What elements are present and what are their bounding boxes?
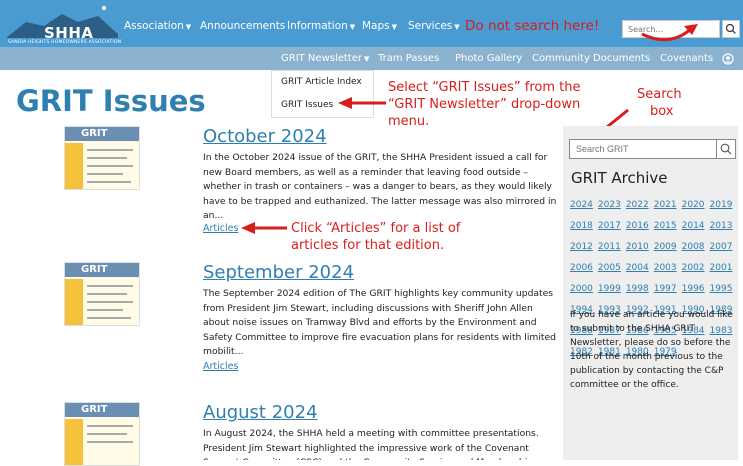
archive-year-link[interactable]: 2020 <box>682 200 705 210</box>
archive-year-link[interactable]: 2017 <box>598 221 621 231</box>
annotation-arrow-icon <box>241 222 287 234</box>
grit-search-input[interactable] <box>569 139 717 159</box>
archive-year-link[interactable]: 2015 <box>654 221 677 231</box>
logo-subtitle: SANDIA HEIGHTS HOMEOWNERS ASSOCIATION <box>8 40 122 45</box>
caret-down-icon: ▼ <box>185 23 192 31</box>
archive-year-link[interactable]: 2022 <box>626 200 649 210</box>
annotation-select-issues-line1: Select “GRIT Issues” from the <box>388 80 581 95</box>
page-title: GRIT Issues <box>16 84 206 118</box>
archive-year-link[interactable]: 2023 <box>598 200 621 210</box>
archive-year-link[interactable]: 2009 <box>654 242 677 252</box>
archive-year-link[interactable]: 1997 <box>654 284 677 294</box>
shha-logo[interactable]: SHHA SANDIA HEIGHTS HOMEOWNERS ASSOCIATI… <box>6 4 122 50</box>
archive-year-link[interactable]: 2011 <box>598 242 621 252</box>
search-icon <box>720 143 732 155</box>
annotation-click-articles-line2: articles for that edition. <box>291 238 445 253</box>
article-summary: In August 2024, the SHHA held a meeting … <box>203 428 539 460</box>
caret-down-icon: ▼ <box>364 55 370 63</box>
articles-link[interactable]: Articles <box>203 361 238 372</box>
archive-year-link[interactable]: 2016 <box>626 221 649 231</box>
nav-information[interactable]: Information ▼ <box>287 20 355 32</box>
nav-covenants[interactable]: Covenants <box>660 53 713 64</box>
archive-year-link[interactable]: 2014 <box>682 221 705 231</box>
nav-community-documents[interactable]: Community Documents <box>532 53 650 64</box>
caret-down-icon: ▼ <box>349 23 356 31</box>
issue-thumbnail[interactable]: GRIT <box>64 402 140 466</box>
archive-year-link[interactable]: 2013 <box>710 221 733 231</box>
dropdown-grit-article-index[interactable]: GRIT Article Index <box>281 77 362 87</box>
archive-year-link[interactable]: 2018 <box>570 221 593 231</box>
caret-down-icon: ▼ <box>391 23 398 31</box>
archive-year-link[interactable]: 2008 <box>682 242 705 252</box>
article-title-august-2024[interactable]: August 2024 <box>203 402 318 423</box>
articles-link[interactable]: Articles <box>203 223 238 234</box>
issue-thumbnail[interactable]: GRIT <box>64 262 140 326</box>
archive-year-link[interactable]: 2006 <box>570 263 593 273</box>
annotation-arrow-icon <box>338 97 386 109</box>
annotation-do-not-search: Do not search here! <box>465 18 600 34</box>
archive-year-link[interactable]: 2024 <box>570 200 593 210</box>
dropdown-grit-issues[interactable]: GRIT Issues <box>281 100 333 110</box>
archive-year-link[interactable]: 1996 <box>682 284 705 294</box>
issue-thumbnail[interactable]: GRIT <box>64 126 140 190</box>
search-icon <box>725 23 736 34</box>
archive-year-link[interactable]: 1995 <box>710 284 733 294</box>
archive-year-link[interactable]: 2021 <box>654 200 677 210</box>
nav-association[interactable]: Association ▼ <box>124 20 191 32</box>
annotation-arrow-icon <box>641 24 698 42</box>
grit-archive-title: GRIT Archive <box>571 169 668 187</box>
archive-year-link[interactable]: 2001 <box>710 263 733 273</box>
archive-year-link[interactable]: 2005 <box>598 263 621 273</box>
archive-year-link[interactable]: 1999 <box>598 284 621 294</box>
archive-year-link[interactable]: 2010 <box>626 242 649 252</box>
archive-year-link[interactable]: 1998 <box>626 284 649 294</box>
archive-year-link[interactable]: 2002 <box>682 263 705 273</box>
archive-year-link[interactable]: 2003 <box>654 263 677 273</box>
archive-year-link[interactable]: 2004 <box>626 263 649 273</box>
annotation-select-issues-line2: “GRIT Newsletter” drop-down <box>388 97 581 112</box>
nav-grit-newsletter[interactable]: GRIT Newsletter ▼ <box>281 53 369 64</box>
user-account-icon[interactable] <box>722 53 734 65</box>
nav-announcements[interactable]: Announcements <box>200 20 285 32</box>
archive-year-link[interactable]: 2000 <box>570 284 593 294</box>
submission-info-text: If you have an article you would like to… <box>570 310 733 390</box>
nav-maps[interactable]: Maps ▼ <box>362 20 397 32</box>
grit-search-button[interactable] <box>716 139 736 159</box>
nav-services[interactable]: Services ▼ <box>408 20 460 32</box>
annotation-search-box-line2: box <box>650 104 674 119</box>
article-title-september-2024[interactable]: September 2024 <box>203 262 354 283</box>
annotation-select-issues-line3: menu. <box>388 114 430 129</box>
article-title-october-2024[interactable]: October 2024 <box>203 126 327 147</box>
caret-down-icon: ▼ <box>454 23 460 31</box>
annotation-search-box-line1: Search <box>637 87 682 102</box>
article-summary: In the October 2024 issue of the GRIT, t… <box>203 152 557 221</box>
article-summary: The September 2024 edition of The GRIT h… <box>203 288 556 357</box>
nav-tram-passes[interactable]: Tram Passes <box>378 53 439 64</box>
annotation-click-articles-line1: Click “Articles” for a list of <box>291 221 461 236</box>
archive-year-link[interactable]: 2019 <box>710 200 733 210</box>
archive-year-link[interactable]: 2012 <box>570 242 593 252</box>
site-search-button[interactable] <box>722 20 740 38</box>
nav-photo-gallery[interactable]: Photo Gallery <box>455 53 522 64</box>
archive-year-link[interactable]: 2007 <box>710 242 733 252</box>
